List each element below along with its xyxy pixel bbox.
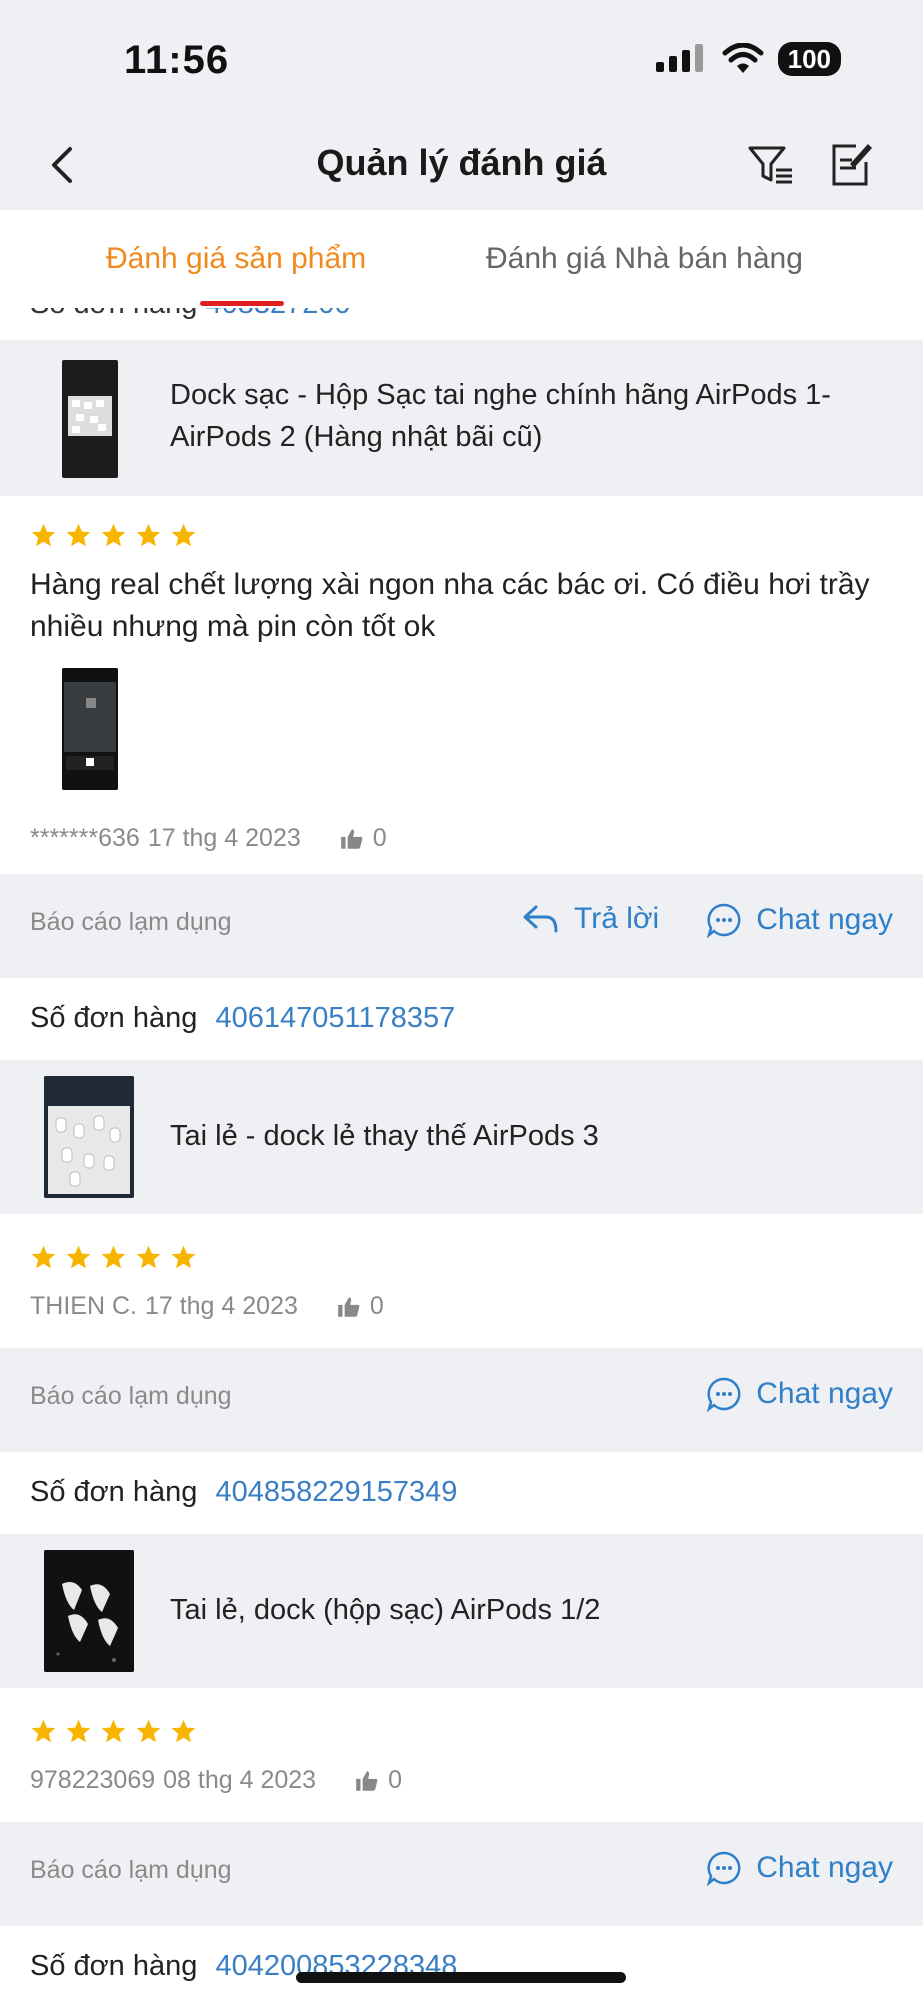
- star-icon: [31, 523, 56, 547]
- star-rating: [30, 522, 197, 549]
- product-name[interactable]: Tai lẻ - dock lẻ thay thế AirPods 3: [170, 1115, 890, 1157]
- product-thumbnail: [44, 1076, 134, 1198]
- filter-icon[interactable]: [746, 140, 796, 190]
- star-icon: [136, 523, 161, 547]
- review-date: 08 thg 4 2023: [163, 1766, 317, 1794]
- star-icon: [66, 523, 91, 547]
- reply-label: Trả lời: [574, 902, 660, 935]
- order-row: Số đơn hàng 406147051178357: [0, 978, 923, 1060]
- tab-seller-reviews[interactable]: Đánh giá Nhà bán hàng: [486, 242, 803, 276]
- thumbs-up-icon[interactable]: [336, 1294, 362, 1320]
- home-indicator: [296, 1972, 626, 1983]
- order-row: Số đơn hàng 404200853228348: [0, 1926, 923, 2008]
- order-number-link[interactable]: 406147051178357: [215, 1002, 455, 1034]
- thumbs-up-icon[interactable]: [354, 1768, 380, 1794]
- product-row[interactable]: Tai lẻ, dock (hộp sạc) AirPods 1/2: [0, 1534, 923, 1688]
- wifi-icon: [722, 43, 764, 73]
- chat-bubble-icon: [707, 1377, 741, 1412]
- product-row[interactable]: Dock sạc - Hộp Sạc tai nghe chính hãng A…: [0, 340, 923, 496]
- product-thumbnail: [62, 360, 118, 478]
- review-meta: 978223069 08 thg 4 2023 0: [30, 1766, 402, 1795]
- review-tabs: Đánh giá sản phẩm Đánh giá Nhà bán hàng: [0, 210, 923, 308]
- review-actions: Báo cáo lạm dụng Trả lời Chat ngay: [0, 874, 923, 978]
- report-abuse-link[interactable]: Báo cáo lạm dụng: [30, 1856, 232, 1885]
- star-icon: [101, 1719, 126, 1743]
- star-icon: [101, 523, 126, 547]
- like-count: 0: [372, 824, 387, 852]
- product-name[interactable]: Tai lẻ, dock (hộp sạc) AirPods 1/2: [170, 1589, 890, 1631]
- review-body: THIEN C. 17 thg 4 2023 0: [0, 1214, 923, 1348]
- chat-bubble-icon: [707, 1851, 741, 1886]
- order-number-link[interactable]: 408327200: [205, 308, 350, 320]
- chat-now-label: Chat ngay: [756, 1851, 893, 1884]
- order-label: Số đơn hàng: [30, 1476, 198, 1508]
- order-row: Số đơn hàng 404858229157349: [0, 1452, 923, 1534]
- star-icon: [171, 1719, 196, 1743]
- chat-now-button[interactable]: Chat ngay: [706, 902, 893, 938]
- order-number-link[interactable]: 404858229157349: [215, 1476, 457, 1508]
- like-count: 0: [369, 1292, 384, 1320]
- product-name[interactable]: Dock sạc - Hộp Sạc tai nghe chính hãng A…: [170, 374, 890, 458]
- status-icons: 100: [655, 42, 841, 76]
- star-rating: [30, 1244, 197, 1271]
- star-icon: [31, 1719, 56, 1743]
- chat-bubble-icon: [707, 903, 741, 938]
- review-body: Hàng real chết lượng xài ngon nha các bá…: [0, 496, 923, 874]
- star-icon: [171, 523, 196, 547]
- chat-now-label: Chat ngay: [756, 1377, 893, 1410]
- star-icon: [136, 1719, 161, 1743]
- report-abuse-link[interactable]: Báo cáo lạm dụng: [30, 908, 232, 937]
- signal-icon: [655, 44, 703, 72]
- product-row[interactable]: Tai lẻ - dock lẻ thay thế AirPods 3: [0, 1060, 923, 1214]
- review-list: Số đơn hàng 408327200 Dock sạc - Hộp Sạc…: [0, 308, 923, 2008]
- chat-now-button[interactable]: Chat ngay: [706, 1850, 893, 1886]
- status-bar: 11:56 100: [0, 0, 923, 120]
- reply-button[interactable]: Trả lời: [522, 902, 659, 936]
- battery-indicator: 100: [777, 42, 841, 76]
- review-author: *******636: [30, 824, 140, 852]
- star-icon: [31, 1245, 56, 1269]
- order-label: Số đơn hàng: [30, 1950, 198, 1982]
- review-date: 17 thg 4 2023: [147, 824, 301, 852]
- star-icon: [101, 1245, 126, 1269]
- review-author: THIEN C.: [30, 1292, 137, 1320]
- order-label: Số đơn hàng 408327200: [30, 308, 351, 321]
- star-rating: [30, 1718, 197, 1745]
- review-photo[interactable]: [62, 668, 118, 790]
- review-meta: *******636 17 thg 4 2023 0: [30, 824, 387, 853]
- review-text: Hàng real chết lượng xài ngon nha các bá…: [30, 568, 870, 643]
- product-thumbnail: [44, 1550, 134, 1672]
- review-date: 17 thg 4 2023: [144, 1292, 298, 1320]
- report-abuse-link[interactable]: Báo cáo lạm dụng: [30, 1382, 232, 1411]
- status-time: 11:56: [124, 38, 230, 82]
- chat-now-label: Chat ngay: [756, 903, 893, 936]
- active-tab-indicator: [200, 301, 284, 306]
- order-label: Số đơn hàng: [30, 1002, 198, 1034]
- reply-icon: [523, 905, 558, 933]
- order-row: Số đơn hàng 408327200: [0, 308, 923, 340]
- review-author: 978223069: [30, 1766, 156, 1794]
- review-actions: Báo cáo lạm dụng Chat ngay: [0, 1822, 923, 1926]
- chat-now-button[interactable]: Chat ngay: [706, 1376, 893, 1412]
- star-icon: [66, 1245, 91, 1269]
- thumbs-up-icon[interactable]: [339, 826, 365, 852]
- review-actions: Báo cáo lạm dụng Chat ngay: [0, 1348, 923, 1452]
- star-icon: [136, 1245, 161, 1269]
- edit-icon[interactable]: [826, 140, 876, 190]
- review-meta: THIEN C. 17 thg 4 2023 0: [30, 1292, 384, 1321]
- star-icon: [171, 1245, 196, 1269]
- star-icon: [66, 1719, 91, 1743]
- nav-bar: Quản lý đánh giá: [0, 120, 923, 210]
- review-body: 978223069 08 thg 4 2023 0: [0, 1688, 923, 1822]
- tab-product-reviews[interactable]: Đánh giá sản phẩm: [106, 242, 366, 276]
- like-count: 0: [388, 1766, 402, 1794]
